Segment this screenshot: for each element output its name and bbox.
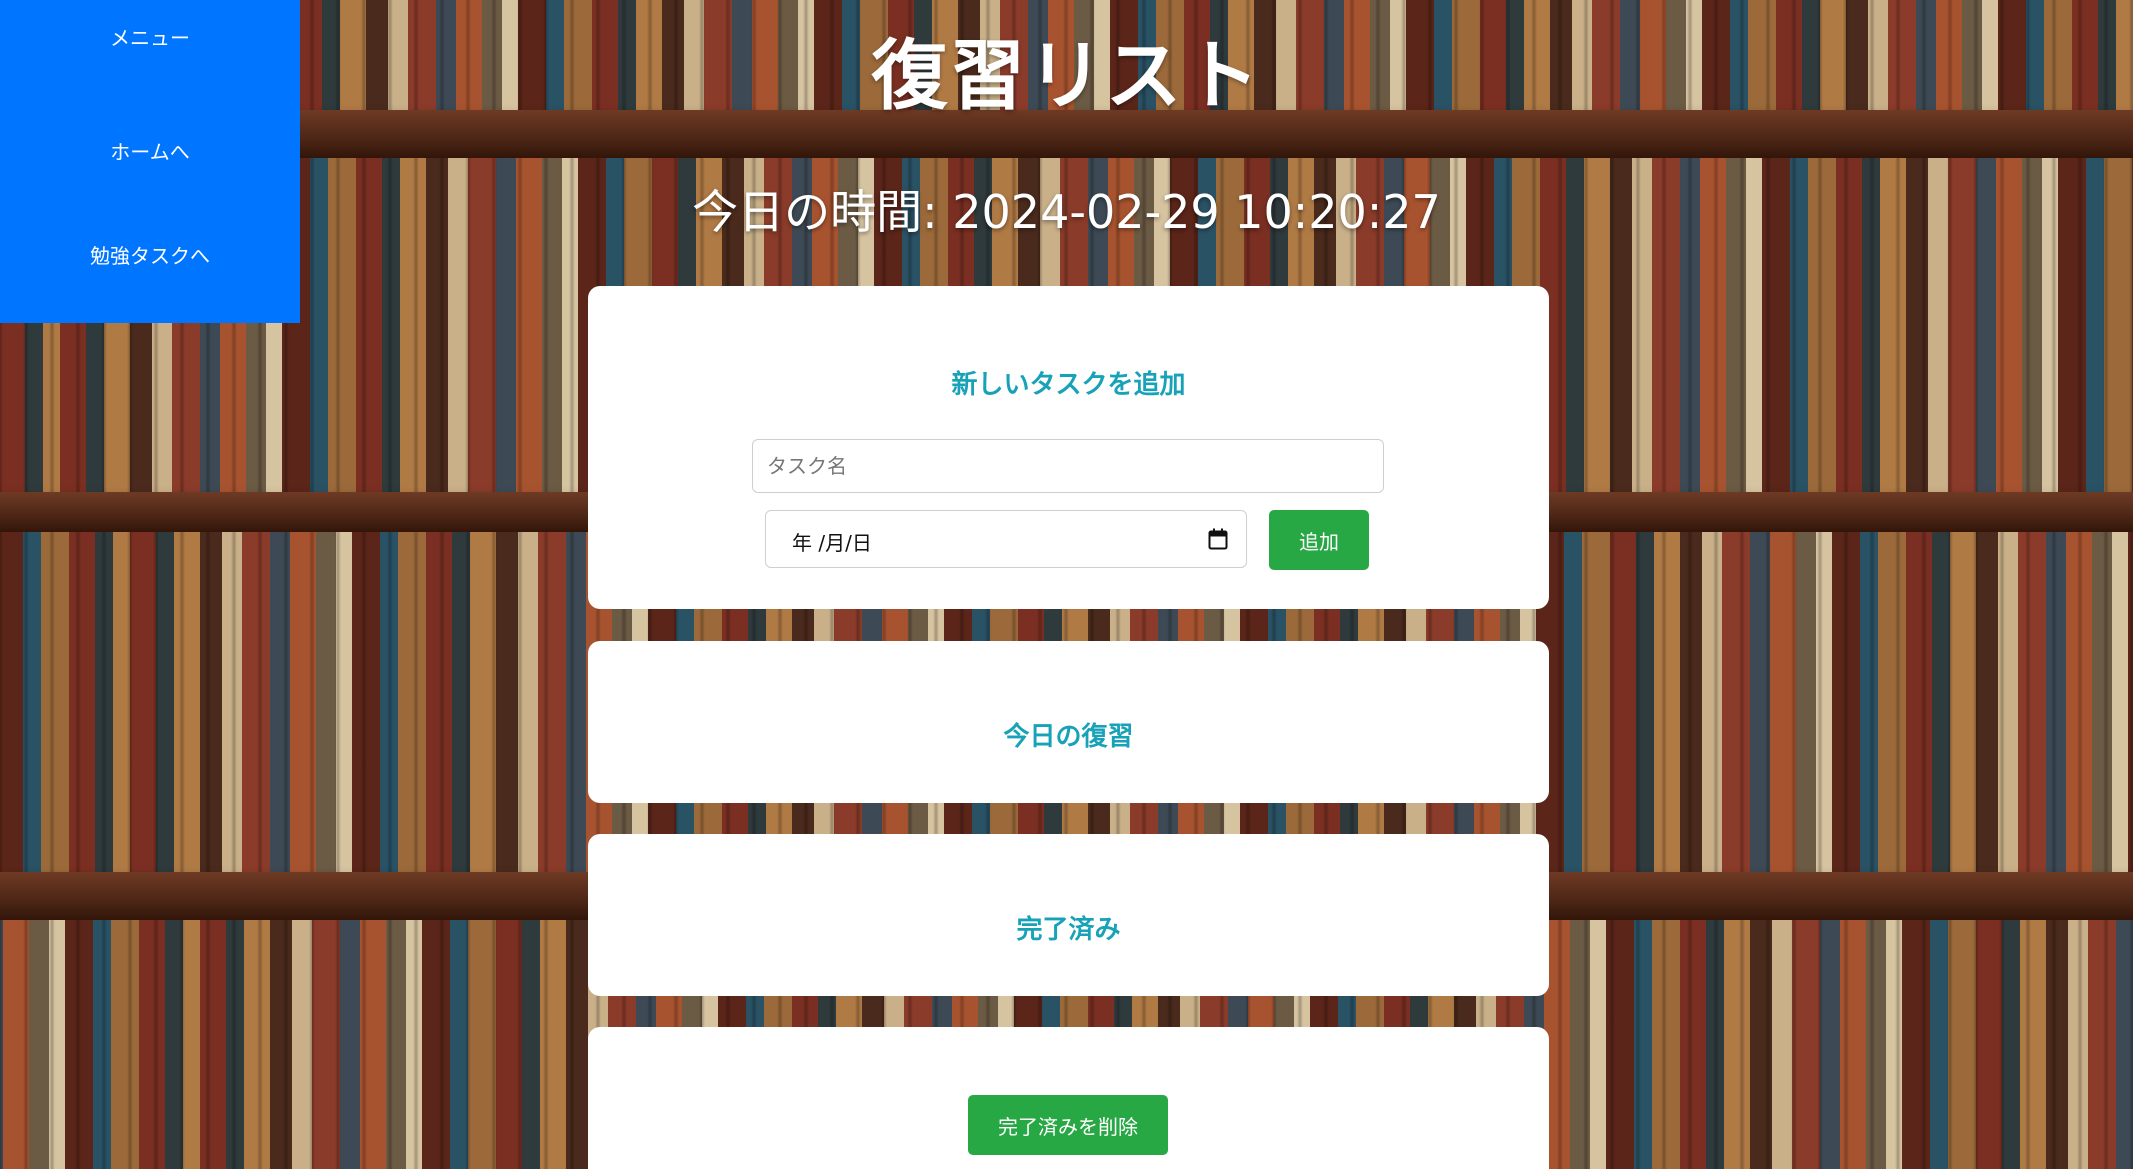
add-task-heading: 新しいタスクを追加 [951, 370, 1186, 400]
side-menu: メニュー ホームへ 勉強タスクへ [0, 0, 300, 323]
home-link[interactable]: ホームへ [0, 136, 300, 165]
task-name-input[interactable] [752, 439, 1384, 493]
date-input-value: 年 /月/日 [792, 531, 872, 555]
current-time: 今日の時間: 2024-02-29 10:20:27 [692, 185, 1441, 239]
menu-title: メニュー [110, 26, 190, 50]
today-review-card: 今日の復習 [588, 641, 1549, 803]
actions-card: 完了済みを削除 [588, 1027, 1549, 1169]
add-task-card: 新しいタスクを追加 年 /月/日 追加 [588, 286, 1549, 609]
today-review-heading: 今日の復習 [1003, 722, 1134, 752]
calendar-icon[interactable] [1208, 528, 1228, 550]
completed-heading: 完了済み [1016, 915, 1121, 945]
study-tasks-link[interactable]: 勉強タスクへ [0, 240, 300, 269]
add-task-button[interactable]: 追加 [1269, 510, 1369, 570]
page-title: 復習リスト [871, 31, 1262, 120]
date-input[interactable]: 年 /月/日 [765, 510, 1247, 568]
delete-completed-button[interactable]: 完了済みを削除 [968, 1095, 1168, 1155]
completed-card: 完了済み [588, 834, 1549, 996]
